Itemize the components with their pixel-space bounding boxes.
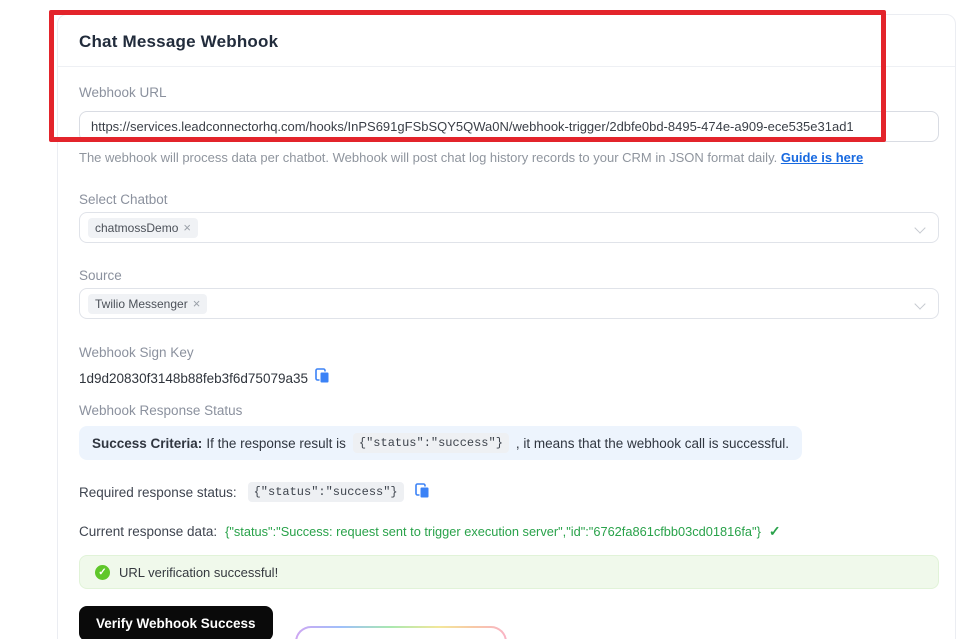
card-body: Webhook URL The webhook will process dat… [58, 67, 955, 639]
required-status-code: {"status":"success"} [247, 482, 404, 502]
source-tag-close-icon[interactable]: × [193, 297, 201, 310]
criteria-post-text: , it means that the webhook call is succ… [515, 435, 790, 451]
helper-text: The webhook will process data per chatbo… [79, 150, 781, 165]
select-chatbot-label: Select Chatbot [79, 192, 168, 207]
sign-key-label: Webhook Sign Key [79, 345, 194, 360]
check-icon: ✓ [768, 523, 781, 539]
webhook-helper-text: The webhook will process data per chatbo… [79, 150, 939, 165]
success-criteria-box: Success Criteria: If the response result… [79, 426, 803, 460]
required-status-label: Required response status: [79, 484, 237, 500]
current-response-row: Current response data: {"status":"Succes… [79, 523, 939, 540]
criteria-code: {"status":"success"} [352, 433, 509, 453]
page-title: Chat Message Webhook [79, 32, 279, 51]
source-select[interactable]: Twilio Messenger × [79, 288, 939, 319]
verify-webhook-button[interactable]: Verify Webhook Success [79, 606, 273, 639]
rainbow-panel-inner [297, 628, 505, 639]
criteria-bold-text: Success Criteria: [92, 435, 203, 451]
copy-icon[interactable] [414, 482, 430, 502]
current-response-value: {"status":"Success: request sent to trig… [225, 524, 761, 539]
webhook-url-label: Webhook URL [79, 85, 167, 100]
sign-key-row: 1d9d20830f3148b88feb3f6d75079a35 [79, 368, 939, 389]
source-tag: Twilio Messenger × [88, 293, 208, 314]
chatbot-select[interactable]: chatmossDemo × [79, 212, 939, 243]
response-status-label: Webhook Response Status [79, 403, 243, 418]
guide-link[interactable]: Guide is here [781, 150, 863, 165]
chevron-down-icon [916, 224, 924, 232]
card-header: Chat Message Webhook [58, 15, 955, 67]
criteria-pre-text: If the response result is [206, 435, 346, 451]
sign-key-value: 1d9d20830f3148b88feb3f6d75079a35 [79, 371, 308, 386]
page: Chat Message Webhook Webhook URL The web… [0, 0, 974, 639]
required-status-row: Required response status: {"status":"suc… [79, 482, 939, 502]
chatbot-tag-label: chatmossDemo [95, 220, 179, 235]
source-tag-label: Twilio Messenger [95, 296, 188, 311]
webhook-url-input[interactable] [79, 111, 939, 142]
source-label: Source [79, 268, 122, 283]
chevron-down-icon [916, 300, 924, 308]
current-response-label: Current response data: [79, 524, 218, 539]
copy-icon[interactable] [315, 368, 330, 389]
success-check-icon: ✓ [95, 564, 110, 580]
chatbot-tag-close-icon[interactable]: × [183, 221, 191, 234]
url-verification-alert: ✓ URL verification successful! [79, 555, 939, 589]
alert-text: URL verification successful! [119, 564, 279, 580]
chatbot-tag: chatmossDemo × [88, 217, 198, 238]
webhook-settings-card: Chat Message Webhook Webhook URL The web… [57, 14, 956, 639]
rainbow-border-panel [295, 626, 507, 639]
